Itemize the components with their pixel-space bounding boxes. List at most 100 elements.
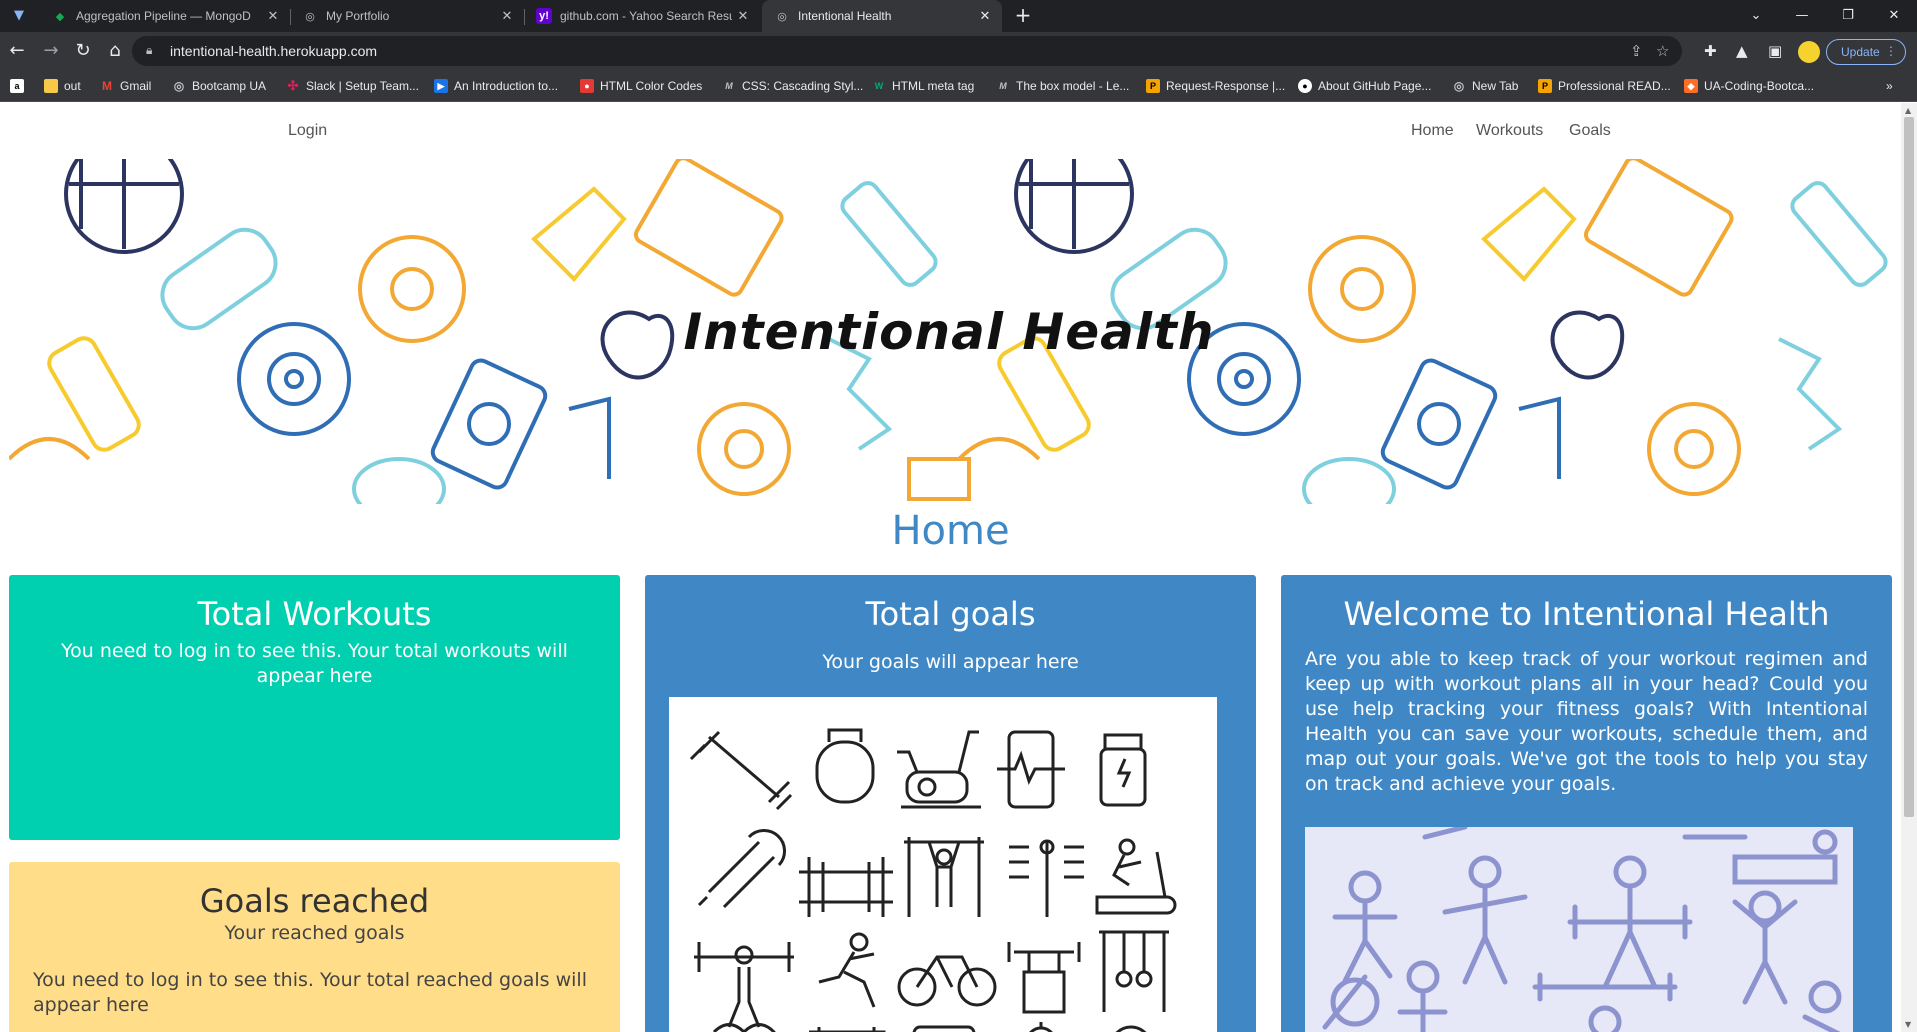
heart-icon: [712, 1023, 776, 1032]
lab-flask-icon[interactable]: ▲: [1736, 42, 1748, 60]
bookmark-meta-tag[interactable]: W HTML meta tag: [872, 78, 975, 94]
heart-rate-phone-icon: [997, 730, 1065, 809]
globe-icon: ◎: [1453, 79, 1465, 93]
goals-reached-subtitle: Your reached goals: [224, 922, 405, 944]
bookmark-readme[interactable]: P Professional READ...: [1538, 78, 1671, 94]
gitlab-icon: ◆: [1684, 79, 1698, 93]
doc-icon: P: [1146, 79, 1160, 93]
more-bookmarks-icon[interactable]: »: [1886, 78, 1893, 94]
gym-machine-icon: [809, 1027, 886, 1032]
globe-icon: ◎: [777, 10, 787, 23]
workout-station-icon: [1009, 839, 1084, 917]
goals-reached-message: You need to log in to see this. Your tot…: [33, 969, 587, 1016]
new-tab-button[interactable]: +: [1012, 5, 1034, 27]
tab-search-icon[interactable]: ▼: [14, 8, 30, 24]
minimize-button[interactable]: —: [1779, 0, 1825, 30]
back-arrow-icon[interactable]: ←: [6, 40, 28, 62]
supplement-jar-icon: [1099, 733, 1147, 807]
site-navbar: Login Home Workouts Goals: [0, 103, 1901, 159]
welcome-card: Welcome to Intentional Health Are you ab…: [1281, 575, 1892, 1032]
home-icon[interactable]: ⌂: [104, 40, 126, 62]
tab-intentional-health[interactable]: ◎ Intentional Health ✕: [762, 0, 1002, 32]
tab-mongodb[interactable]: ◆ Aggregation Pipeline — MongoD ✕: [40, 0, 290, 32]
close-tab-icon[interactable]: ✕: [500, 8, 514, 24]
scroll-down-icon[interactable]: ▼: [1905, 1020, 1911, 1029]
address-bar[interactable]: 🔒︎ intentional-health.herokuapp.com ⇪ ☆: [132, 36, 1682, 66]
bookmark-css[interactable]: M CSS: Cascading Styl...: [722, 78, 863, 94]
menu-dots-icon[interactable]: ⋮: [1885, 44, 1897, 58]
scrollbar-thumb[interactable]: [1904, 117, 1914, 817]
tab-list-icon[interactable]: ⌄: [1733, 0, 1779, 30]
barbell-rack-icon: [799, 857, 893, 917]
nav-goals-link[interactable]: Goals: [1569, 122, 1611, 140]
mdn-icon: M: [999, 81, 1007, 91]
tab-portfolio[interactable]: ◎ My Portfolio ✕: [290, 0, 524, 32]
globe-icon: ◎: [305, 10, 315, 23]
bookmark-github-pages[interactable]: ● About GitHub Page...: [1298, 78, 1431, 94]
page-title: Home: [891, 508, 1010, 554]
page-scrollbar[interactable]: ▲ ▼: [1901, 103, 1917, 1032]
exercise-bike-icon: [897, 730, 981, 809]
exercise-figures-image: [1305, 824, 1853, 1032]
goals-reached-title: Goals reached: [199, 882, 430, 920]
github-icon: ●: [1298, 79, 1312, 93]
bookmark-out[interactable]: out: [44, 78, 81, 94]
tab-yahoo[interactable]: y! github.com - Yahoo Search Resu ✕: [524, 0, 760, 32]
reload-icon[interactable]: ↻: [72, 40, 94, 62]
runner-icon: [818, 932, 876, 1008]
color-icon: ●: [580, 79, 594, 93]
hero-banner: Intentional Health: [9, 159, 1889, 504]
nav-workouts-link[interactable]: Workouts: [1476, 122, 1543, 140]
mongodb-leaf-icon: ◆: [55, 10, 65, 23]
bookmark-bootcamp[interactable]: ◎ Bootcamp UA: [172, 78, 266, 94]
bicycle-icon: [897, 955, 997, 1007]
gymnastic-rings-icon: [1099, 930, 1169, 1012]
weightlifter-icon: [694, 942, 794, 1028]
pullup-icon: [904, 837, 984, 917]
folder-icon: [44, 79, 58, 93]
bookmark-slack[interactable]: ✣ Slack | Setup Team...: [286, 78, 419, 94]
scroll-up-icon[interactable]: ▲: [1905, 106, 1911, 115]
forward-arrow-icon[interactable]: →: [40, 40, 62, 62]
login-link[interactable]: Login: [288, 122, 327, 140]
bookmarks-bar: a out M Gmail ◎ Bootcamp UA ✣ Slack | Se…: [0, 70, 1917, 102]
lock-icon: 🔒︎: [146, 43, 153, 57]
slack-icon: ✣: [287, 78, 299, 93]
welcome-title: Welcome to Intentional Health: [1343, 595, 1830, 633]
browser-tab-bar: ▼ ◆ Aggregation Pipeline — MongoD ✕ ◎ My…: [0, 0, 1917, 32]
figures-pattern: [1322, 824, 1842, 1032]
bookmark-ua-coding[interactable]: ◆ UA-Coding-Bootca...: [1684, 78, 1814, 94]
no-smoking-icon: [1115, 1025, 1147, 1032]
yahoo-icon: y!: [536, 8, 552, 24]
total-workouts-card: Total Workouts You need to log in to see…: [9, 575, 620, 840]
welcome-body: Are you able to keep track of your worko…: [1305, 648, 1868, 795]
doc-icon: P: [1538, 79, 1552, 93]
total-goals-card: Total goals Your goals will appear here: [645, 575, 1256, 1032]
bookmark-box-model[interactable]: M The box model - Le...: [996, 78, 1129, 94]
share-icon[interactable]: ⇪: [1630, 42, 1643, 60]
profile-avatar[interactable]: [1798, 41, 1820, 63]
side-panel-icon[interactable]: ▣: [1768, 42, 1782, 60]
bookmark-gmail[interactable]: M Gmail: [100, 78, 151, 94]
bookmark-new-tab[interactable]: ◎ New Tab: [1452, 78, 1519, 94]
hand-grip-icon: [697, 829, 786, 909]
close-window-button[interactable]: ✕: [1871, 0, 1917, 30]
nav-home-link[interactable]: Home: [1411, 122, 1454, 140]
close-tab-icon[interactable]: ✕: [266, 8, 280, 24]
url-text[interactable]: intentional-health.herokuapp.com: [170, 43, 377, 59]
update-button[interactable]: Update ⋮: [1826, 39, 1906, 65]
bookmark-request-response[interactable]: P Request-Response |...: [1146, 78, 1285, 94]
close-tab-icon[interactable]: ✕: [978, 8, 992, 24]
total-goals-title: Total goals: [865, 595, 1036, 633]
close-tab-icon[interactable]: ✕: [736, 8, 750, 24]
bookmark-star-icon[interactable]: ☆: [1656, 42, 1669, 60]
restore-button[interactable]: ❐: [1825, 0, 1871, 30]
goals-reached-card: Goals reached Your reached goals You nee…: [9, 862, 620, 1032]
amazon-icon: a: [10, 79, 24, 93]
bookmark-html-colors[interactable]: ● HTML Color Codes: [580, 78, 702, 94]
extensions-icon[interactable]: ✚: [1704, 42, 1717, 60]
scale-icon: [912, 1025, 976, 1032]
bookmark-amazon[interactable]: a: [10, 78, 30, 94]
dumbbell-icon: [689, 730, 793, 811]
bookmark-intro[interactable]: ▶ An Introduction to...: [434, 78, 558, 94]
